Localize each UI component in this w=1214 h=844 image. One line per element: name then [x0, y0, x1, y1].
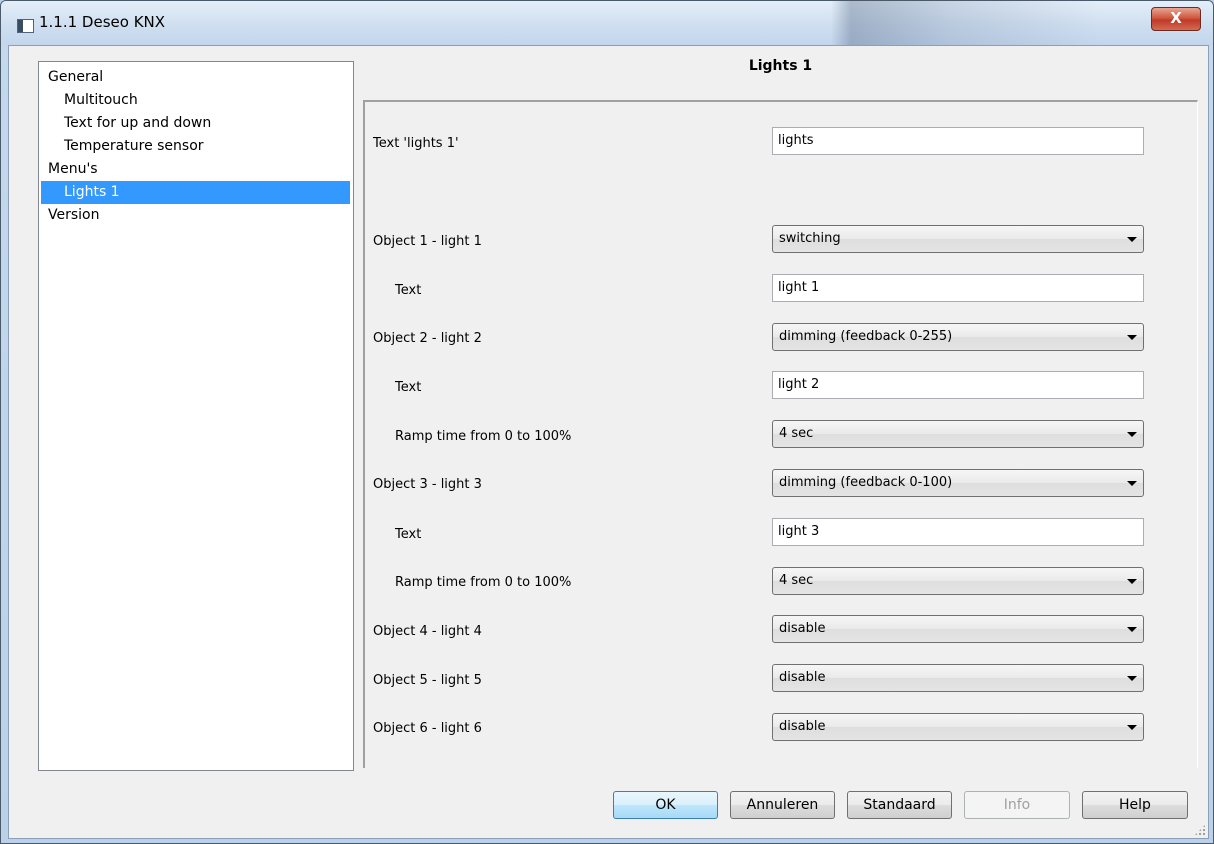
param-label: Text	[395, 380, 422, 395]
tree-item-lights-1[interactable]: Lights 1	[41, 181, 350, 204]
select-value: 4 sec	[779, 573, 814, 588]
light-3-text-input[interactable]: light 3	[772, 518, 1144, 546]
tree-item-label: General	[48, 69, 104, 85]
dialog-window: 1.1.1 Deseo KNX X General Multitouch Tex…	[0, 0, 1214, 844]
object-3-select[interactable]: dimming (feedback 0-100)	[772, 469, 1144, 497]
help-button[interactable]: Help	[1082, 791, 1188, 819]
resize-grip-icon[interactable]	[1194, 824, 1206, 836]
cancel-button[interactable]: Annuleren	[730, 791, 835, 819]
select-value: 4 sec	[779, 426, 814, 441]
tree-item-label: Temperature sensor	[64, 138, 204, 154]
info-button[interactable]: Info	[964, 791, 1070, 819]
chevron-down-icon	[1127, 481, 1137, 486]
param-label: Ramp time from 0 to 100%	[395, 429, 572, 444]
param-label: Object 6 - light 6	[373, 721, 482, 736]
tree-item-text-up-down[interactable]: Text for up and down	[39, 112, 351, 135]
param-label: Text 'lights 1'	[373, 136, 459, 151]
lights-text-input[interactable]: lights	[772, 127, 1144, 155]
tree-item-general[interactable]: General	[39, 66, 351, 89]
select-value: switching	[779, 231, 841, 246]
tree-item-menus[interactable]: Menu's	[39, 158, 351, 181]
ok-button[interactable]: OK	[613, 791, 718, 819]
chevron-down-icon	[1127, 676, 1137, 681]
tree-item-label: Version	[48, 207, 100, 223]
object-6-select[interactable]: disable	[772, 713, 1144, 741]
object-1-select[interactable]: switching	[772, 225, 1144, 253]
chevron-down-icon	[1127, 579, 1137, 584]
close-button[interactable]: X	[1151, 7, 1201, 31]
parameter-panel: Text 'lights 1' lights Object 1 - light …	[363, 100, 1198, 768]
select-value: dimming (feedback 0-255)	[779, 329, 953, 344]
object-4-select[interactable]: disable	[772, 615, 1144, 643]
ramp-time-3-select[interactable]: 4 sec	[772, 567, 1144, 595]
standard-button[interactable]: Standaard	[847, 791, 952, 819]
param-label: Text	[395, 527, 422, 542]
app-icon	[17, 19, 34, 33]
tree-item-label: Text for up and down	[64, 115, 212, 131]
tree-item-label: Menu's	[48, 161, 98, 177]
chevron-down-icon	[1127, 432, 1137, 437]
select-value: disable	[779, 621, 826, 636]
chevron-down-icon	[1127, 627, 1137, 632]
window-title: 1.1.1 Deseo KNX	[39, 13, 166, 31]
tree-item-temperature-sensor[interactable]: Temperature sensor	[39, 135, 351, 158]
dialog-client-area: General Multitouch Text for up and down …	[8, 45, 1209, 839]
light-2-text-input[interactable]: light 2	[772, 371, 1144, 399]
tree-item-label: Multitouch	[64, 92, 138, 108]
ramp-time-2-select[interactable]: 4 sec	[772, 420, 1144, 448]
object-2-select[interactable]: dimming (feedback 0-255)	[772, 323, 1144, 351]
select-value: disable	[779, 719, 826, 734]
title-bar[interactable]: 1.1.1 Deseo KNX X	[1, 1, 1213, 45]
chevron-down-icon	[1127, 335, 1137, 340]
chevron-down-icon	[1127, 725, 1137, 730]
parameter-tree: General Multitouch Text for up and down …	[38, 61, 354, 771]
param-label: Object 1 - light 1	[373, 234, 482, 249]
tree-item-version[interactable]: Version	[39, 204, 351, 227]
tree-item-label: Lights 1	[64, 184, 120, 200]
param-label: Object 3 - light 3	[373, 477, 482, 492]
object-5-select[interactable]: disable	[772, 664, 1144, 692]
param-label: Text	[395, 283, 422, 298]
param-label: Object 5 - light 5	[373, 673, 482, 688]
param-label: Object 2 - light 2	[373, 331, 482, 346]
param-label: Object 4 - light 4	[373, 624, 482, 639]
param-label: Ramp time from 0 to 100%	[395, 575, 572, 590]
page-title: Lights 1	[748, 58, 813, 74]
select-value: disable	[779, 670, 826, 685]
select-value: dimming (feedback 0-100)	[779, 475, 953, 490]
chevron-down-icon	[1127, 237, 1137, 242]
light-1-text-input[interactable]: light 1	[772, 274, 1144, 302]
close-icon: X	[1170, 9, 1182, 27]
tree-item-multitouch[interactable]: Multitouch	[39, 89, 351, 112]
